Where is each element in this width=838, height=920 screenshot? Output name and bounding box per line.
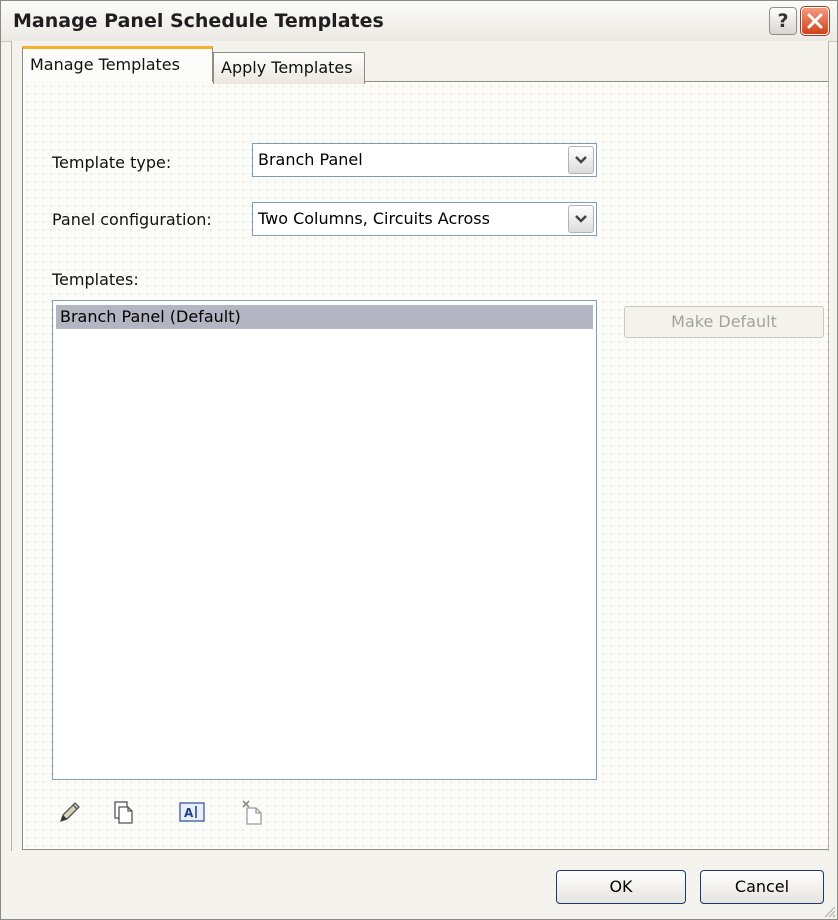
template-type-value: Branch Panel bbox=[258, 150, 363, 169]
templates-label: Templates: bbox=[52, 270, 139, 289]
dropdown-arrow-button[interactable] bbox=[568, 205, 594, 233]
close-icon bbox=[807, 13, 823, 29]
panel-configuration-dropdown[interactable]: Two Columns, Circuits Across bbox=[252, 202, 597, 236]
close-button[interactable] bbox=[800, 6, 830, 36]
help-button[interactable]: ? bbox=[769, 7, 797, 35]
templates-list[interactable]: Branch Panel (Default) bbox=[52, 300, 597, 780]
duplicate-icon[interactable] bbox=[110, 798, 138, 826]
svg-text:A: A bbox=[184, 806, 194, 820]
dialog-title: Manage Panel Schedule Templates bbox=[13, 10, 384, 32]
pencil-icon[interactable] bbox=[56, 798, 84, 826]
ok-button[interactable]: OK bbox=[556, 870, 686, 904]
delete-icon[interactable] bbox=[240, 798, 268, 826]
tab-manage-templates[interactable]: Manage Templates bbox=[22, 46, 213, 82]
chevron-down-icon bbox=[575, 156, 587, 164]
panel-configuration-label: Panel configuration: bbox=[52, 210, 212, 229]
template-type-dropdown[interactable]: Branch Panel bbox=[252, 143, 597, 177]
chevron-down-icon bbox=[575, 215, 587, 223]
title-bar[interactable]: Manage Panel Schedule Templates ? bbox=[1, 1, 837, 42]
resize-grip-icon[interactable] bbox=[822, 904, 836, 918]
panel-configuration-value: Two Columns, Circuits Across bbox=[258, 209, 490, 228]
make-default-button[interactable]: Make Default bbox=[624, 306, 824, 338]
dropdown-arrow-button[interactable] bbox=[568, 146, 594, 174]
cancel-button[interactable]: Cancel bbox=[700, 870, 824, 904]
list-item[interactable]: Branch Panel (Default) bbox=[56, 305, 593, 329]
rename-icon[interactable]: A bbox=[178, 798, 206, 826]
template-type-label: Template type: bbox=[52, 153, 172, 172]
tab-apply-templates[interactable]: Apply Templates bbox=[213, 52, 365, 84]
